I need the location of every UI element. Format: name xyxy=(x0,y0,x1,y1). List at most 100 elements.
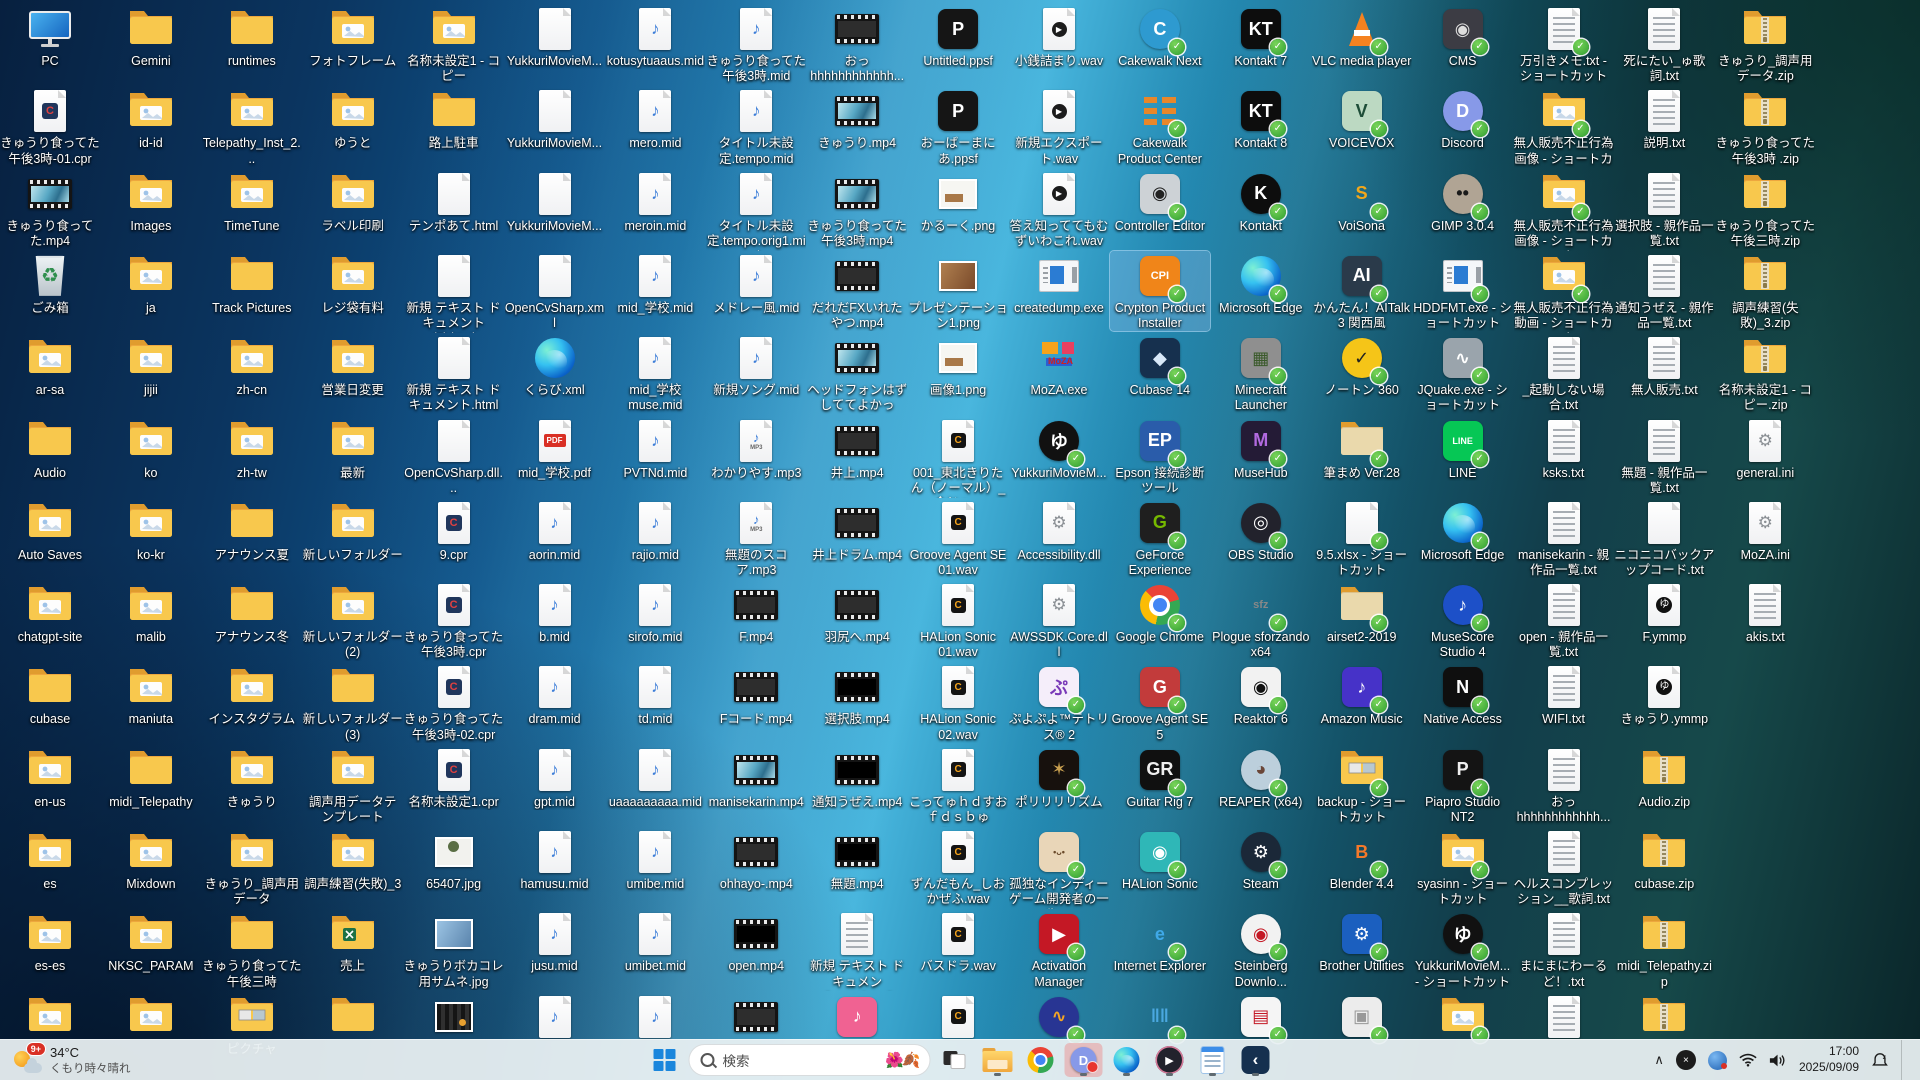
desktop-icon[interactable]: 売上 xyxy=(303,909,403,974)
desktop-icon[interactable]: N✓Native Access xyxy=(1413,662,1513,727)
desktop-icon[interactable]: Cずんだもん_しおかぜふ.wav xyxy=(908,827,1008,908)
desktop-icon[interactable]: ♻ごみ箱 xyxy=(0,251,100,316)
desktop-icon[interactable]: ✓syasinn - ショートカット xyxy=(1413,827,1513,908)
desktop-icon[interactable] xyxy=(1514,992,1614,1042)
desktop-icon[interactable]: ✓airset2-2019 xyxy=(1312,580,1412,645)
desktop-icon[interactable]: ✶✓ポリリリリズム xyxy=(1009,745,1109,810)
desktop-icon[interactable]: アナウンス夏 xyxy=(202,498,302,563)
desktop-icon[interactable]: WIFI.txt xyxy=(1514,662,1614,727)
desktop-icon[interactable]: ♪MP3わかりやす.mp3 xyxy=(706,416,806,481)
tray-app-orb-icon[interactable] xyxy=(1708,1051,1727,1070)
desktop-icon[interactable]: Telepathy_Inst_2... xyxy=(202,86,302,167)
desktop-icon[interactable]: ♪umibet.mid xyxy=(605,909,705,974)
desktop-icon[interactable]: sfz✓Plogue sforzando x64 xyxy=(1211,580,1311,661)
taskbar-edge-button[interactable] xyxy=(1108,1043,1146,1077)
desktop-icon[interactable]: インスタグラム xyxy=(202,662,302,727)
desktop-icon[interactable]: ⚙general.ini xyxy=(1715,416,1815,481)
desktop-icon[interactable]: akis.txt xyxy=(1715,580,1815,645)
desktop-icon[interactable]: ✓無人販売不正行為画像 - ショートカッ... xyxy=(1514,86,1614,168)
desktop-icon[interactable] xyxy=(404,992,504,1042)
desktop-icon[interactable]: きゅうりボカコレ用サムネ.jpg xyxy=(404,909,504,990)
desktop-icon[interactable]: ♪gpt.mid xyxy=(505,745,605,810)
desktop-icon[interactable]: Track Pictures xyxy=(202,251,302,316)
desktop-icon[interactable] xyxy=(101,992,201,1042)
desktop-icon[interactable]: manisekarin - 親作品一覧.txt xyxy=(1514,498,1614,579)
desktop-icon[interactable]: D✓Discord xyxy=(1413,86,1513,151)
desktop-icon[interactable]: 無題.mp4 xyxy=(807,827,907,892)
desktop-icon[interactable]: OpenCvSharp.xml xyxy=(505,251,605,332)
desktop-icon[interactable]: ♪ xyxy=(605,992,705,1042)
desktop-icon[interactable]: おっhhhhhhhhhhhh... xyxy=(807,4,907,85)
desktop-icon[interactable]: 名称未設定1 - コピー.zip xyxy=(1715,333,1815,414)
desktop-icon[interactable]: ♪メドレー風.mid xyxy=(706,251,806,316)
desktop-icon[interactable]: S✓VoiSona xyxy=(1312,169,1412,234)
desktop-icon[interactable]: レジ袋有料 xyxy=(303,251,403,316)
desktop-icon[interactable]: 65407.jpg xyxy=(404,827,504,892)
desktop-icon[interactable]: ✓VLC media player xyxy=(1312,4,1412,69)
desktop-icon[interactable]: GR✓Guitar Rig 7 xyxy=(1110,745,1210,810)
desktop-icon[interactable]: ◉✓Reaktor 6 xyxy=(1211,662,1311,727)
desktop-icon[interactable]: YukkuriMovieM... xyxy=(505,86,605,151)
desktop-icon[interactable]: ♪kotusytuaaus.mid xyxy=(605,4,705,69)
desktop-icon[interactable]: cubase xyxy=(0,662,100,727)
desktop-icon[interactable]: V✓VOICEVOX xyxy=(1312,86,1412,151)
desktop-icon[interactable]: YukkuriMovieM... xyxy=(505,4,605,69)
desktop-icon[interactable]: ‖‖✓ xyxy=(1110,992,1210,1042)
desktop-icon[interactable]: ◕✓REAPER (x64) xyxy=(1211,745,1311,810)
desktop-icon[interactable]: 選択肢 - 親作品一覧.txt xyxy=(1614,169,1714,250)
desktop-icon[interactable]: まにまにわーるど！.txt xyxy=(1514,909,1614,990)
desktop-icon[interactable]: ▶答え知っててもむずいわこれ.wav xyxy=(1009,169,1109,250)
desktop-icon[interactable]: G✓Groove Agent SE 5 xyxy=(1110,662,1210,743)
desktop-icon[interactable] xyxy=(0,992,100,1042)
desktop-icon[interactable]: ja xyxy=(101,251,201,316)
desktop-icon[interactable]: ⚙✓Brother Utilities xyxy=(1312,909,1412,974)
desktop-icon[interactable]: ✓Microsoft Edge xyxy=(1211,251,1311,316)
desktop-icon[interactable]: C xyxy=(908,992,1008,1042)
desktop-icon[interactable]: ゆ✓YukkuriMovieM... xyxy=(1009,416,1109,481)
desktop-icon[interactable]: 無題 - 親作品一覧.txt xyxy=(1614,416,1714,497)
desktop-icon[interactable]: LINE✓LINE xyxy=(1413,416,1513,481)
desktop-icon[interactable]: ♪きゅうり食ってた午後3時.mid xyxy=(706,4,806,85)
desktop-icon[interactable]: PC xyxy=(0,4,100,69)
desktop-icon[interactable]: 調声練習(失敗)_3 xyxy=(303,827,403,892)
desktop-icon[interactable]: createdump.exe xyxy=(1009,251,1109,316)
desktop-icon[interactable]: 新規 テキスト ドキュメント (2).html xyxy=(404,251,504,333)
desktop-icon[interactable]: 通知うぜえ - 親作品一覧.txt xyxy=(1614,251,1714,332)
desktop-icon[interactable]: ♪rajio.mid xyxy=(605,498,705,563)
desktop-icon[interactable]: NKSC_PARAM xyxy=(101,909,201,974)
desktop-icon[interactable]: ✓万引きメモ.txt - ショートカット xyxy=(1514,4,1614,85)
search-input[interactable]: 検索 🌺🍂 xyxy=(689,1044,931,1076)
desktop-icon[interactable]: ぷ✓ぷよぷよ™テトリス® 2 xyxy=(1009,662,1109,743)
desktop-icon[interactable]: 調声用データテンプレート xyxy=(303,745,403,826)
desktop-icon[interactable]: CPI✓Crypton Product Installer xyxy=(1110,251,1210,332)
tray-chevron-up-icon[interactable]: ∧ xyxy=(1654,1052,1664,1068)
taskbar-discord-button[interactable]: D xyxy=(1065,1043,1103,1077)
desktop-icon[interactable]: フォトフレーム xyxy=(303,4,403,69)
desktop-icon[interactable]: 無人販売.txt xyxy=(1614,333,1714,398)
desktop-icon[interactable]: C9.cpr xyxy=(404,498,504,563)
desktop-icon[interactable]: es-es xyxy=(0,909,100,974)
desktop-icon[interactable]: ▤✓ xyxy=(1211,992,1311,1042)
desktop-icon[interactable]: ニコニコバックアップコード.txt xyxy=(1614,498,1714,579)
desktop-icon[interactable]: midi_Telepathy.zip xyxy=(1614,909,1714,990)
desktop-icon[interactable]: ✓HDDFMT.exe - ショートカット xyxy=(1413,251,1513,332)
desktop-icon[interactable]: ◉✓Controller Editor xyxy=(1110,169,1210,234)
desktop-icon[interactable]: 名称未設定1 - コピー xyxy=(404,4,504,85)
desktop-icon[interactable]: ▶✓Activation Manager xyxy=(1009,909,1109,990)
desktop-icon[interactable]: ✓ xyxy=(1413,992,1513,1042)
desktop-icon[interactable]: Mixdown xyxy=(101,827,201,892)
taskbar-chrome-button[interactable] xyxy=(1022,1043,1060,1077)
desktop-icon[interactable]: CHALion Sonic 01.wav xyxy=(908,580,1008,661)
desktop-icon[interactable]: ♪mid_学校muse.mid xyxy=(605,333,705,414)
desktop-icon[interactable]: ▶小銭詰まり.wav xyxy=(1009,4,1109,69)
desktop-icon[interactable]: ♪umibe.mid xyxy=(605,827,705,892)
desktop-icon[interactable]: malib xyxy=(101,580,201,645)
desktop-icon[interactable]: K✓Kontakt xyxy=(1211,169,1311,234)
desktop-icon[interactable]: zh-tw xyxy=(202,416,302,481)
desktop-icon[interactable]: アナウンス冬 xyxy=(202,580,302,645)
notification-bell-icon[interactable]: z xyxy=(1871,1052,1889,1069)
desktop-icon[interactable]: zh-cn xyxy=(202,333,302,398)
weather-widget[interactable]: 9+ 34°C くもり時々晴れ xyxy=(0,1040,143,1080)
desktop-icon[interactable]: ar-sa xyxy=(0,333,100,398)
desktop-icon[interactable]: F.mp4 xyxy=(706,580,806,645)
